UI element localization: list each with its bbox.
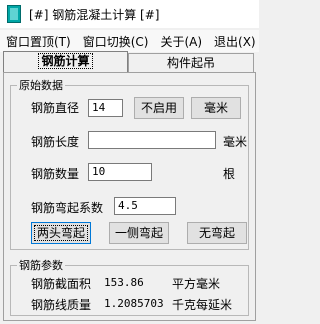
menu-exit[interactable]: 退出(X) xyxy=(214,33,256,50)
length-unit: 毫米 xyxy=(223,135,248,149)
menu-about[interactable]: 关于(A) xyxy=(160,33,202,50)
tab-lifting[interactable]: 构件起吊 xyxy=(128,53,254,72)
bend-one-button[interactable]: 一侧弯起 xyxy=(109,222,169,244)
tab-strip: 钢筋计算 构件起吊 xyxy=(3,51,256,73)
tab-lifting-label: 构件起吊 xyxy=(166,56,215,70)
original-data-legend: 原始数据 xyxy=(19,79,63,92)
window-title: [#] 钢筋混凝土计算 [#] xyxy=(29,7,160,22)
diameter-label: 钢筋直径 xyxy=(31,101,80,115)
unit-mm-button[interactable]: 毫米 xyxy=(191,97,241,119)
params-legend: 钢筋参数 xyxy=(19,259,63,272)
mass-unit: 千克每延米 xyxy=(172,298,233,312)
bend-coef-label: 钢筋弯起系数 xyxy=(31,201,104,215)
bend-none-button[interactable]: 无弯起 xyxy=(187,222,247,244)
length-input[interactable] xyxy=(88,131,216,149)
count-input[interactable]: 10 xyxy=(88,163,152,181)
menu-topmost[interactable]: 窗口置顶(T) xyxy=(6,33,71,50)
length-label: 钢筋长度 xyxy=(31,135,80,149)
area-value: 153.86 xyxy=(104,276,144,289)
tab-panel: 原始数据 钢筋直径 14 不启用 毫米 钢筋长度 毫米 钢筋数量 10 根 钢筋… xyxy=(3,72,256,321)
disable-button[interactable]: 不启用 xyxy=(134,97,184,119)
bend-both-button[interactable]: 两头弯起 xyxy=(31,222,91,244)
area-unit: 平方毫米 xyxy=(172,277,221,291)
app-icon xyxy=(7,5,21,23)
tab-rebar-calc[interactable]: 钢筋计算 xyxy=(3,51,128,73)
menu-bar: 窗口置顶(T) 窗口切换(C) 关于(A) 退出(X) xyxy=(0,30,259,52)
mass-value: 1.2085703 xyxy=(104,297,164,310)
menu-switch[interactable]: 窗口切换(C) xyxy=(83,33,149,50)
area-label: 钢筋截面积 xyxy=(31,277,92,291)
mass-label: 钢筋线质量 xyxy=(31,298,92,312)
diameter-input[interactable]: 14 xyxy=(88,99,123,117)
count-unit: 根 xyxy=(223,167,236,181)
bend-coef-input[interactable]: 4.5 xyxy=(114,197,176,215)
title-bar: [#] 钢筋混凝土计算 [#] xyxy=(0,0,259,28)
count-label: 钢筋数量 xyxy=(31,167,80,181)
tab-rebar-calc-label: 钢筋计算 xyxy=(38,53,93,69)
